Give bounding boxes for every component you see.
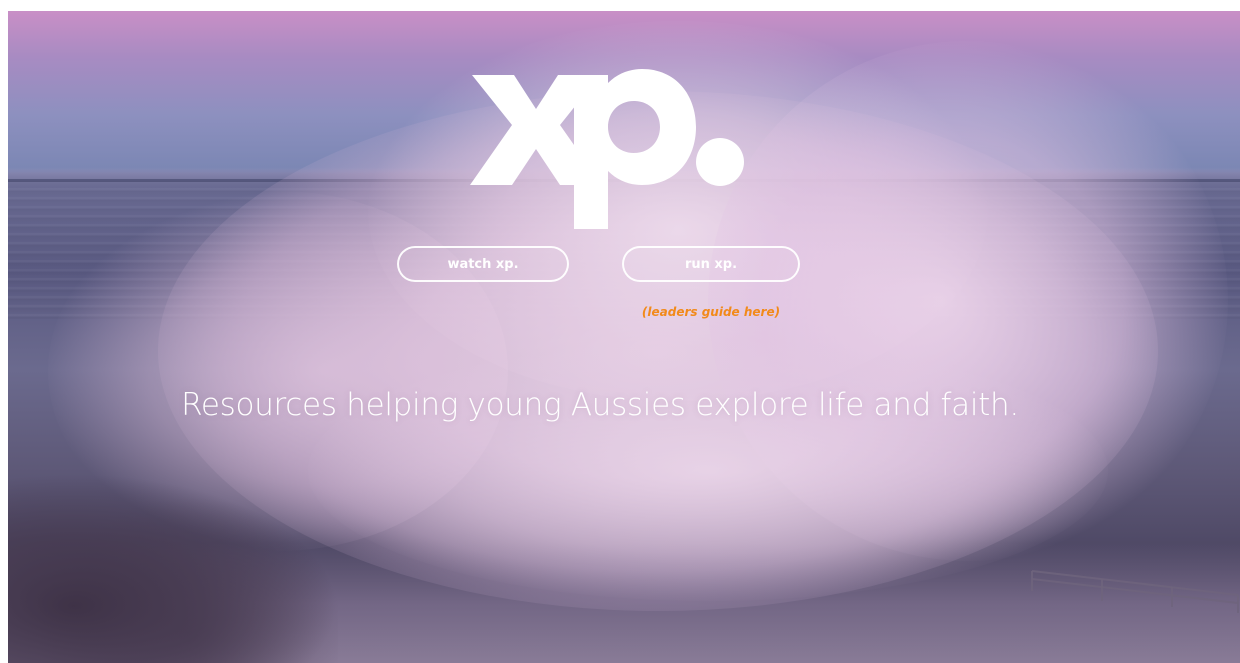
pool-railing-image [1031,570,1239,613]
leaders-guide-link[interactable]: (leaders guide here) [622,305,800,319]
xp-logo[interactable] [462,57,752,232]
foreground-rocks [8,473,338,663]
run-xp-button[interactable]: run xp. [622,246,800,282]
hero-tagline: Resources helping young Aussies explore … [181,387,1019,423]
watch-xp-button[interactable]: watch xp. [397,246,569,282]
